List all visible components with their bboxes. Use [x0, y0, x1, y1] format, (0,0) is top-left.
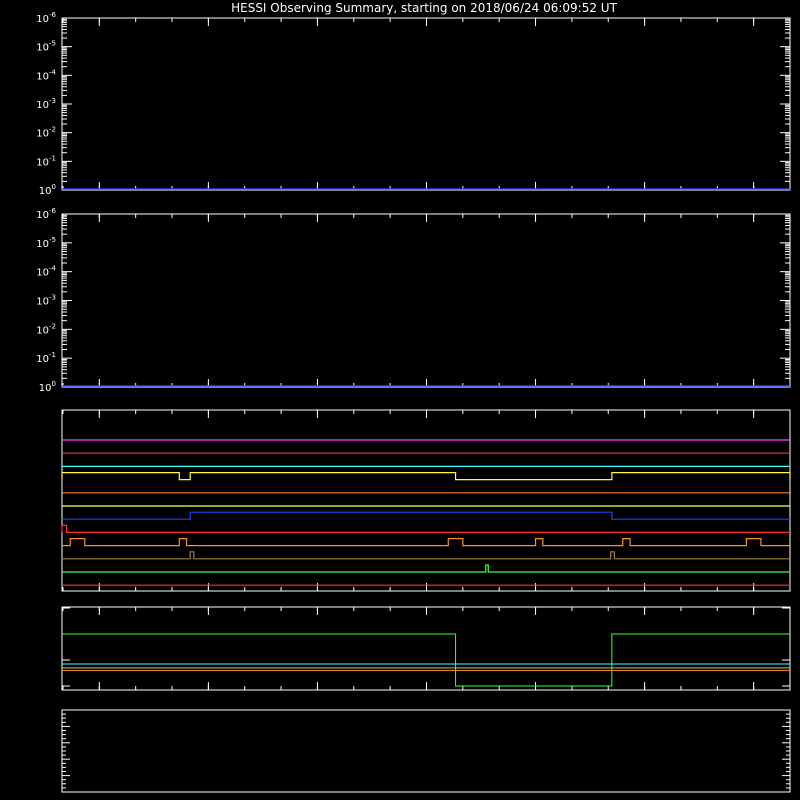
- y-tick-label: 10-2: [36, 126, 56, 140]
- flag-trace: [61, 472, 791, 481]
- y-tick-label: 10-3: [36, 97, 56, 111]
- y-tick-label: 10-5: [36, 40, 56, 54]
- flag-row: [62, 538, 790, 547]
- flag-row: [62, 551, 790, 560]
- hessi-summary-figure: HESSI Observing Summary, starting on 201…: [36, 1, 791, 793]
- y-tick-label: 10-4: [36, 265, 56, 279]
- flag-row: [62, 511, 790, 520]
- flag-trace: [62, 564, 790, 573]
- flag-trace: [62, 511, 790, 520]
- plot-frame: [61, 17, 791, 191]
- plot-frame: [61, 709, 791, 793]
- flag-row: [61, 472, 791, 481]
- panel-0: 100 10-1 10-2 10-3 10-4 10-5 10-6: [36, 11, 791, 197]
- y-tick-label: 10-5: [36, 236, 56, 250]
- y-tick-label: 100: [39, 183, 56, 197]
- panel-4: [61, 709, 791, 793]
- y-tick-label: 10-1: [36, 154, 56, 168]
- y-tick-label: 10-1: [36, 351, 56, 365]
- flag-row: [62, 564, 790, 573]
- flag-trace: [62, 551, 790, 560]
- panel-2: [61, 409, 791, 592]
- y-tick-label: 100: [39, 380, 56, 394]
- y-tick-label: 10-4: [36, 68, 56, 82]
- panel-3: [61, 606, 791, 691]
- flag-trace: [61, 524, 790, 533]
- panel-1: 100 10-1 10-2 10-3 10-4 10-5 10-6: [36, 207, 791, 394]
- flag-row: [61, 524, 790, 533]
- y-tick-label: 10-6: [36, 11, 56, 25]
- y-tick-label: 10-2: [36, 322, 56, 336]
- y-tick-label: 10-6: [36, 207, 56, 221]
- chart-title: HESSI Observing Summary, starting on 201…: [231, 1, 617, 15]
- decimation-series-line: [62, 633, 790, 687]
- y-tick-label: 10-3: [36, 294, 56, 308]
- plot-frame: [61, 409, 791, 592]
- flag-trace: [62, 538, 790, 547]
- plot-frame: [61, 213, 791, 388]
- plot-frame: [61, 606, 791, 691]
